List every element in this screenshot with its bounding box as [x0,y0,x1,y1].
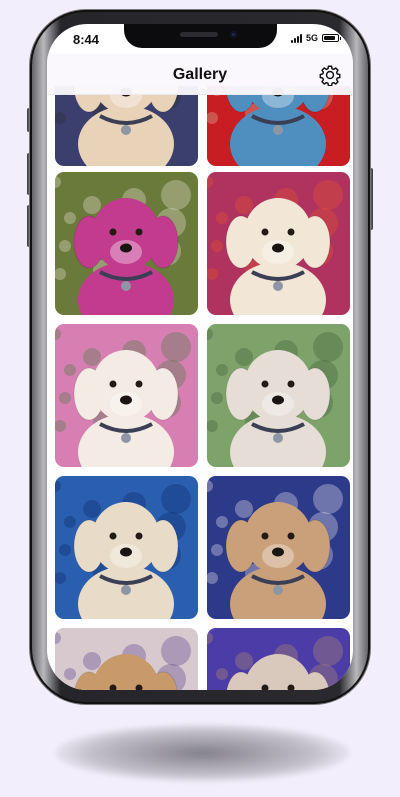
navigation-bar: Gallery [47,54,353,95]
dog-portrait-image [55,476,198,619]
earpiece-speaker [180,32,218,37]
phone-shadow [55,724,350,782]
battery-icon [322,34,341,42]
status-time: 8:44 [73,32,100,47]
dog-portrait-image [207,172,350,315]
gallery-image-tile[interactable] [207,86,350,166]
gallery-image-tile[interactable] [207,476,350,619]
status-indicators: 5G [290,33,341,43]
gallery-image-tile[interactable] [55,324,198,467]
dog-portrait-image [207,476,350,619]
home-indicator [150,679,250,683]
battery-level [324,36,336,40]
image-gallery-grid [47,86,353,690]
device-mockup-scene: 8:44 5G Gallery [0,0,400,797]
network-type: 5G [305,33,318,43]
signal-strength-icon [290,33,302,43]
phone-screen: 8:44 5G Gallery [47,24,353,690]
front-camera-icon [230,31,237,38]
dog-portrait-image [207,86,350,166]
dog-portrait-image [55,86,198,166]
page-title: Gallery [172,66,228,83]
gallery-image-tile[interactable] [207,324,350,467]
dog-portrait-image [55,172,198,315]
gallery-image-tile[interactable] [55,476,198,619]
gallery-image-tile[interactable] [207,172,350,315]
dog-portrait-image [207,324,350,467]
gear-icon[interactable] [319,64,341,86]
notch [124,24,277,48]
dog-portrait-image [55,324,198,467]
gallery-image-tile[interactable] [55,172,198,315]
gallery-image-tile[interactable] [55,86,198,166]
